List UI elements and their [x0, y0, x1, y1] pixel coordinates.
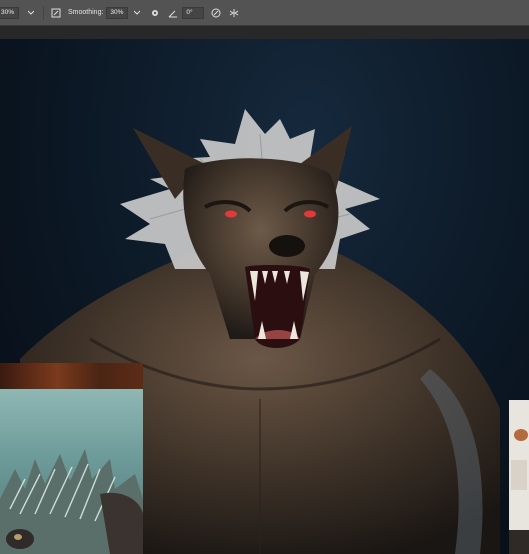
- divider: [43, 5, 44, 20]
- angle-control: 0°: [167, 6, 205, 19]
- options-bar: 30% Smoothing: 30% 0°: [0, 0, 529, 26]
- reference-image-creature[interactable]: [0, 389, 143, 554]
- angle-icon: [167, 7, 179, 19]
- opacity-field[interactable]: 30%: [0, 6, 19, 19]
- smoothing-control: Smoothing: 30%: [68, 6, 143, 19]
- smoothing-label: Smoothing:: [68, 9, 104, 16]
- document-canvas[interactable]: [0, 39, 529, 554]
- angle-field[interactable]: 0°: [182, 6, 205, 19]
- smoothing-field[interactable]: 30%: [106, 6, 129, 19]
- document-tab-gap: [0, 26, 529, 39]
- symmetry-icon[interactable]: [228, 7, 240, 19]
- reference-image-room[interactable]: [509, 400, 529, 554]
- reference-image-dragon-strip[interactable]: [0, 363, 143, 389]
- gear-icon[interactable]: [149, 7, 161, 19]
- chevron-down-icon[interactable]: [25, 7, 37, 19]
- chevron-down-icon[interactable]: [131, 7, 143, 19]
- airbrush-pressure-icon[interactable]: [50, 7, 62, 19]
- pen-pressure-icon[interactable]: [210, 7, 222, 19]
